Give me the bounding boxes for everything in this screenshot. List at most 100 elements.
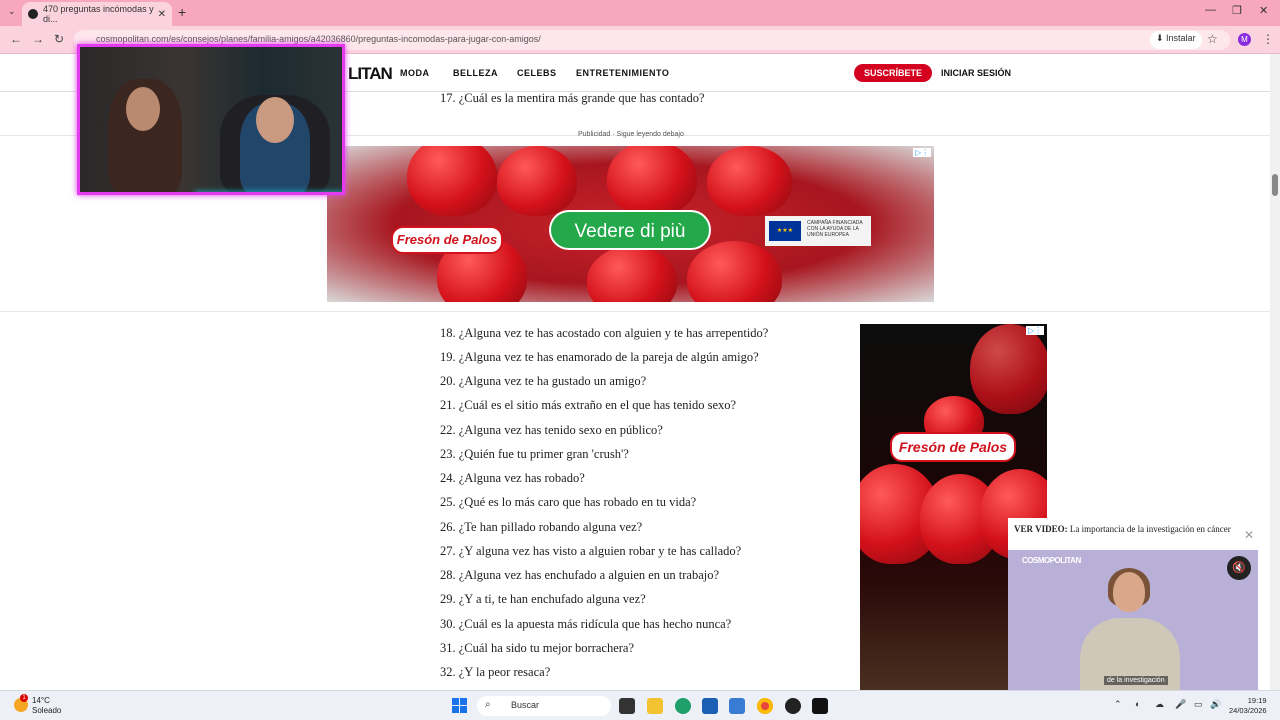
- task-view-icon[interactable]: [619, 698, 635, 714]
- system-clock[interactable]: 19:19 24/03/2026: [1229, 696, 1267, 716]
- streamer-left-face: [126, 87, 160, 131]
- question-item: 25. ¿Qué es lo más caro que has robado e…: [440, 495, 697, 509]
- brand-name: Fresón de Palos: [396, 232, 498, 247]
- network-icon[interactable]: ▭: [1194, 699, 1203, 710]
- question-item: 23. ¿Quién fue tu primer gran 'crush'?: [440, 447, 629, 461]
- nav-entretenimiento[interactable]: ENTRETENIMIENTO: [576, 68, 669, 78]
- weather-condition[interactable]: Soleado: [32, 706, 61, 715]
- install-button[interactable]: ⬇ Instalar: [1150, 31, 1202, 49]
- close-window-icon[interactable]: ✕: [1259, 4, 1268, 17]
- clock-time: 19:19: [1247, 696, 1267, 705]
- video-caption: de la investigación: [1104, 676, 1168, 685]
- close-icon[interactable]: ✕: [1244, 528, 1254, 542]
- head-shape: [1113, 572, 1145, 612]
- search-label: Buscar: [511, 700, 540, 710]
- taskbar: 1 14°C Soleado ⌕ Buscar ⌃ ◐ ☁ 🎤 ▭ 🔊 19:1…: [0, 690, 1280, 720]
- tray-app-icon[interactable]: ◐: [1135, 699, 1140, 709]
- tab-title: 470 preguntas incómodas y di...: [43, 4, 154, 24]
- app-icon[interactable]: [785, 698, 801, 714]
- speaker-figure: [1080, 568, 1180, 690]
- strawberry-image: [687, 241, 782, 302]
- strawberry-image: [587, 246, 677, 302]
- eu-flag-icon: ★★★: [769, 221, 801, 241]
- question-item: 28. ¿Alguna vez has enchufado a alguien …: [440, 568, 720, 582]
- tray-cloud-icon[interactable]: ☁: [1155, 699, 1164, 710]
- file-explorer-icon[interactable]: [647, 698, 663, 714]
- question-item: 20. ¿Alguna vez te ha gustado un amigo?: [440, 374, 647, 388]
- video-title: VER VIDEO: La importancia de la investig…: [1014, 524, 1234, 535]
- profile-avatar[interactable]: M: [1238, 33, 1251, 46]
- search-icon: ⌕: [485, 699, 491, 710]
- nav-celebs[interactable]: CELEBS: [517, 68, 557, 78]
- question-item: 30. ¿Cuál es la apuesta más ridícula que…: [440, 617, 732, 631]
- nav-moda[interactable]: MODA: [400, 68, 430, 78]
- cta-button[interactable]: Vedere di più: [549, 210, 711, 250]
- banner-ad[interactable]: Fresón de Palos Vedere di più ★★★ CAMPAÑ…: [327, 146, 934, 302]
- edge-icon[interactable]: [675, 698, 691, 714]
- browser-tab-bar: ⌄ 470 preguntas incómodas y di... ✕ + — …: [0, 0, 1280, 26]
- brand-logo: Fresón de Palos: [391, 226, 503, 254]
- strawberry-image: [970, 324, 1047, 414]
- forward-icon[interactable]: →: [32, 32, 44, 46]
- page-scrollbar[interactable]: [1270, 54, 1280, 690]
- mail-icon[interactable]: [729, 698, 745, 714]
- volume-icon[interactable]: 🔊: [1210, 699, 1221, 710]
- streamer-right-face: [256, 97, 294, 143]
- site-logo[interactable]: LITAN: [348, 64, 393, 84]
- site-favicon-icon: [28, 9, 38, 19]
- question-item: 26. ¿Te han pillado robando alguna vez?: [440, 520, 643, 534]
- mute-icon[interactable]: 🔇: [1227, 556, 1251, 580]
- strawberry-image: [497, 146, 577, 216]
- clock-date: 24/03/2026: [1229, 706, 1267, 715]
- epic-games-icon[interactable]: [812, 698, 828, 714]
- brand-logo: Fresón de Palos: [890, 432, 1016, 462]
- chrome-icon[interactable]: [757, 698, 773, 714]
- tab-close-icon[interactable]: ✕: [158, 9, 166, 20]
- start-windows-icon[interactable]: [452, 698, 467, 713]
- browser-tab[interactable]: 470 preguntas incómodas y di... ✕: [22, 2, 172, 26]
- eu-funding-notice: ★★★ CAMPAÑA FINANCIADA CON LA AYUDA DE L…: [765, 216, 871, 246]
- back-icon[interactable]: ←: [10, 32, 22, 46]
- strawberry-image: [407, 146, 497, 216]
- question-item: 29. ¿Y a ti, te han enchufado alguna vez…: [440, 592, 646, 606]
- reload-icon[interactable]: ↻: [54, 32, 64, 46]
- webcam-overlay: [77, 44, 345, 195]
- new-tab-icon[interactable]: +: [178, 4, 186, 20]
- scroll-thumb[interactable]: [1272, 174, 1278, 196]
- weather-temp[interactable]: 14°C: [32, 696, 50, 705]
- login-link[interactable]: INICIAR SESIÓN: [941, 68, 1011, 78]
- video-logo: COSMOPOLITAN: [1022, 556, 1081, 565]
- question-item: 32. ¿Y la peor resaca?: [440, 665, 551, 679]
- minimize-icon[interactable]: —: [1205, 4, 1216, 16]
- maximize-icon[interactable]: ❐: [1232, 4, 1242, 17]
- video-title-text: La importancia de la investigación en cá…: [1069, 524, 1231, 534]
- video-popup[interactable]: VER VIDEO: La importancia de la investig…: [1008, 518, 1258, 690]
- microphone-icon[interactable]: 🎤: [1175, 699, 1186, 710]
- question-item: 17. ¿Cuál es la mentira más grande que h…: [440, 91, 705, 105]
- question-item: 22. ¿Alguna vez has tenido sexo en públi…: [440, 423, 663, 437]
- video-prefix: VER VIDEO:: [1014, 524, 1068, 534]
- video-player[interactable]: COSMOPOLITAN 🔇 de la investigación: [1008, 550, 1258, 690]
- adchoices-icon[interactable]: ▷⋮: [1026, 326, 1045, 335]
- ad-label: Publicidad · Sigue leyendo debajo: [578, 131, 684, 138]
- tab-search-icon[interactable]: ⌄: [8, 6, 16, 17]
- eu-text: CAMPAÑA FINANCIADA CON LA AYUDA DE LA UN…: [807, 220, 863, 238]
- store-icon[interactable]: [702, 698, 718, 714]
- divider: [0, 311, 1270, 312]
- question-item: 19. ¿Alguna vez te has enamorado de la p…: [440, 350, 759, 364]
- question-item: 31. ¿Cuál ha sido tu mejor borrachera?: [440, 641, 635, 655]
- question-item: 27. ¿Y alguna vez has visto a alguien ro…: [440, 544, 742, 558]
- webcam-glow: [195, 192, 345, 195]
- notification-badge: 1: [20, 694, 28, 702]
- subscribe-button[interactable]: SUSCRÍBETE: [854, 64, 932, 82]
- strawberry-image: [707, 146, 792, 216]
- question-item: 21. ¿Cuál es el sitio más extraño en el …: [440, 398, 737, 412]
- taskbar-search-input[interactable]: ⌕ Buscar: [477, 696, 611, 716]
- bookmark-star-icon[interactable]: ☆: [1207, 32, 1218, 46]
- question-item: 18. ¿Alguna vez te has acostado con algu…: [440, 326, 769, 340]
- tray-chevron-icon[interactable]: ⌃: [1114, 699, 1122, 710]
- adchoices-icon[interactable]: ▷⋮: [913, 148, 932, 157]
- browser-menu-icon[interactable]: ⋮: [1262, 32, 1274, 46]
- nav-belleza[interactable]: BELLEZA: [453, 68, 498, 78]
- question-item: 24. ¿Alguna vez has robado?: [440, 471, 585, 485]
